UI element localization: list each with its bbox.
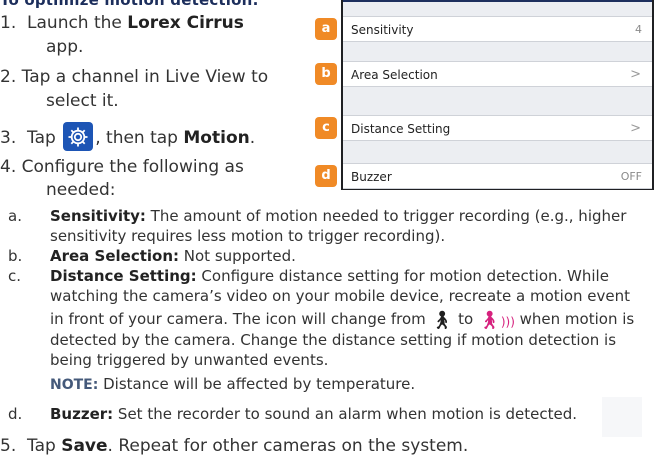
step-5-suffix: . Repeat for other cameras on the system… (107, 436, 469, 456)
callout-badge-d: d (315, 165, 337, 187)
item-b-letter: b. (8, 247, 23, 265)
item-c-text5: being triggered by unwanted events. (50, 351, 329, 369)
item-d-text: Set the recorder to sound an alarm when … (113, 405, 578, 423)
setting-value: 4 (635, 23, 642, 36)
walking-person-icon: 🚶︎ (430, 310, 454, 331)
item-c-text3a: in front of your camera. The icon will c… (50, 310, 431, 328)
item-a-title: Sensitivity: (50, 207, 146, 225)
step-1-cont: app. (46, 37, 84, 57)
callout-badge-b: b (315, 63, 337, 85)
step-5: 5. Tap Save. Repeat for other cameras on… (0, 435, 468, 458)
setting-row-buzzer[interactable]: Buzzer OFF (343, 163, 652, 189)
item-a-letter: a. (8, 207, 22, 225)
step-3: 3. Tap , then tap Motion. (0, 122, 255, 151)
setting-value: OFF (620, 170, 642, 183)
setting-label: Distance Setting (351, 122, 451, 136)
step-3-prefix: 3. Tap (0, 128, 62, 148)
step-5-prefix: 5. Tap (0, 436, 62, 456)
step-1: 1. Launch the Lorex Cirrus (0, 12, 244, 35)
gear-icon (63, 122, 94, 151)
chevron-right-icon: > (630, 121, 641, 136)
walking-person-motion-icon: 🚶︎))) (477, 310, 515, 331)
item-c-text2: watching the camera’s video on your mobi… (50, 287, 630, 305)
callout-badge-a: a (315, 18, 337, 40)
step-4-line1: 4. Configure the following as (0, 157, 244, 177)
item-a: a. Sensitivity: The amount of motion nee… (8, 206, 648, 246)
section-heading: To optimize motion detection: (0, 0, 259, 9)
item-c: c. Distance Setting: Configure distance … (8, 266, 653, 396)
item-c-text1: Configure distance setting for motion de… (196, 267, 609, 285)
step-2-line1: 2. Tap a channel in Live View to (0, 67, 269, 87)
item-b-title: Area Selection: (50, 247, 180, 265)
note-text: Distance will be affected by temperature… (98, 375, 416, 393)
item-d: d. Buzzer: Set the recorder to sound an … (8, 404, 648, 424)
step-3-suffix: . (249, 128, 256, 148)
item-c-text3c: when motion is (514, 310, 635, 328)
step-5-save: Save (61, 436, 108, 456)
setting-label: Area Selection (351, 68, 438, 82)
setting-row-sensitivity[interactable]: Sensitivity 4 (343, 16, 652, 42)
item-c-letter: c. (8, 267, 22, 285)
motion-settings-panel: Sensitivity 4 Area Selection > Distance … (341, 0, 654, 190)
step-4-line2: needed: (46, 180, 116, 200)
item-a-text1: The amount of motion needed to trigger r… (145, 207, 627, 225)
step-2-line2: select it. (46, 91, 119, 111)
step-3-motion: Motion (183, 128, 250, 148)
setting-label: Buzzer (351, 170, 392, 184)
step-1-app-name: Lorex Cirrus (127, 13, 244, 33)
step-1-prefix: 1. Launch the (0, 13, 128, 33)
item-d-title: Buzzer: (50, 405, 114, 423)
setting-label: Sensitivity (351, 23, 414, 37)
item-c-text4: detected by the camera. Change the dista… (50, 331, 617, 349)
note-label: NOTE: (50, 377, 99, 393)
item-c-title: Distance Setting: (50, 267, 197, 285)
panel-topbar (343, 0, 652, 2)
item-b: b. Area Selection: Not supported. (8, 246, 648, 266)
chevron-right-icon: > (630, 67, 641, 82)
item-d-letter: d. (8, 405, 23, 423)
setting-row-distance-setting[interactable]: Distance Setting > (343, 115, 652, 141)
step-3-middle: , then tap (95, 128, 184, 148)
setting-row-area-selection[interactable]: Area Selection > (343, 61, 652, 87)
item-a-text2: sensitivity requires less motion to trig… (50, 227, 446, 245)
item-b-text: Not supported. (179, 247, 296, 265)
faint-box (602, 397, 642, 437)
item-c-text3b: to (453, 310, 478, 328)
callout-badge-c: c (315, 117, 337, 139)
